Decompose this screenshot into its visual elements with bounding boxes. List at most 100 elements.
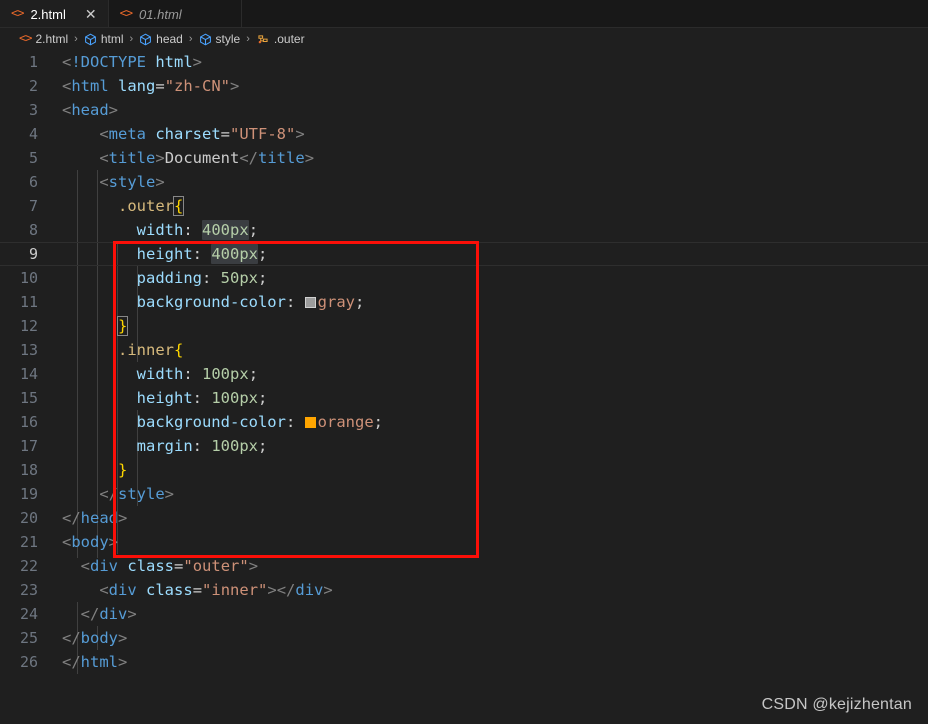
breadcrumb-label: 2.html <box>35 32 69 46</box>
line-number: 17 <box>19 437 38 455</box>
code-line-text: .outer{ <box>118 196 185 216</box>
code-line[interactable]: 20 </head> <box>0 506 928 530</box>
tab-label: 2.html <box>30 6 66 22</box>
line-number: 8 <box>28 221 38 239</box>
line-number: 7 <box>28 197 38 215</box>
line-number: 11 <box>19 293 38 311</box>
breadcrumb-item-style[interactable]: style <box>199 32 240 46</box>
code-line[interactable]: 19 </style> <box>0 482 928 506</box>
line-number: 3 <box>28 101 38 119</box>
code-line-text: height: 100px; <box>136 389 268 407</box>
tab-bar-empty-space <box>241 0 928 28</box>
code-line-text: height: 400px; <box>136 244 268 264</box>
code-line[interactable]: 17 margin: 100px; <box>0 434 928 458</box>
line-number: 19 <box>19 485 38 503</box>
breadcrumb-separator: › <box>246 33 250 45</box>
code-line-active[interactable]: 9 height: 400px; <box>0 242 928 266</box>
breadcrumb-item-file[interactable]: <> 2.html <box>19 32 68 46</box>
line-number: 1 <box>28 53 38 71</box>
close-icon[interactable]: ✕ <box>83 7 99 21</box>
line-number: 25 <box>19 629 38 647</box>
code-line[interactable]: 14 width: 100px; <box>0 362 928 386</box>
line-number: 20 <box>19 509 38 527</box>
line-number: 9 <box>28 245 38 263</box>
code-line-text: padding: 50px; <box>136 269 268 287</box>
code-line-text: <style> <box>99 173 165 191</box>
code-line[interactable]: 21 <body> <box>0 530 928 554</box>
editor-tab-bar: <> 2.html ✕ <> 01.html <box>0 0 928 28</box>
color-value-gray: gray <box>317 293 355 311</box>
code-line-text: width: 100px; <box>136 365 259 383</box>
code-line[interactable]: 22 <div class="outer"> <box>0 554 928 578</box>
code-line[interactable]: 5 <title>Document</title> <box>0 146 928 170</box>
code-line[interactable]: 26 </html> <box>0 650 928 674</box>
line-number: 13 <box>19 341 38 359</box>
breadcrumb-item-outer[interactable]: .outer <box>256 32 305 46</box>
watermark: CSDN @kejizhentan <box>761 696 912 713</box>
code-line-text: background-color: gray; <box>136 293 365 311</box>
line-number: 24 <box>19 605 38 623</box>
code-line-text: <!DOCTYPE html> <box>62 53 203 71</box>
code-line[interactable]: 15 height: 100px; <box>0 386 928 410</box>
line-number: 14 <box>19 365 38 383</box>
code-line[interactable]: 24 </div> <box>0 602 928 626</box>
breadcrumb-separator: › <box>74 33 78 45</box>
breadcrumb-separator: › <box>129 33 134 45</box>
color-value-orange: orange <box>317 413 374 431</box>
code-line-text: </html> <box>62 653 128 671</box>
code-line-text: <title>Document</title> <box>99 149 315 167</box>
line-number: 21 <box>19 533 38 551</box>
breadcrumb-item-head[interactable]: head <box>139 32 183 46</box>
html-code-icon: <> <box>119 6 133 20</box>
color-swatch-orange[interactable] <box>304 417 316 428</box>
breadcrumb-separator: › <box>188 33 193 45</box>
line-number: 2 <box>28 77 38 95</box>
code-line[interactable]: 6 <style> <box>0 170 928 194</box>
code-line-text: } <box>116 316 129 336</box>
code-line[interactable]: 2 <html lang="zh-CN"> <box>0 74 928 98</box>
breadcrumb-label: .outer <box>273 32 305 46</box>
code-line[interactable]: 25 </body> <box>0 626 928 650</box>
code-line[interactable]: 4 <meta charset="UTF-8"> <box>0 122 928 146</box>
code-line[interactable]: 18 } <box>0 458 928 482</box>
code-line[interactable]: 11 background-color: gray; <box>0 290 928 314</box>
code-line[interactable]: 23 <div class="inner"></div> <box>0 578 928 602</box>
symbol-cube-icon <box>139 33 152 46</box>
symbol-ruler-icon <box>256 33 270 46</box>
line-number: 5 <box>28 149 38 167</box>
code-line-text: <div class="outer"> <box>80 557 259 575</box>
code-line[interactable]: 8 width: 400px; <box>0 218 928 242</box>
html-code-icon: <> <box>11 6 24 20</box>
code-editor[interactable]: 1 <!DOCTYPE html> 2 <html lang="zh-CN"> … <box>0 50 928 724</box>
symbol-cube-icon <box>84 33 97 46</box>
html-code-icon: <> <box>19 31 32 45</box>
breadcrumb-label: html <box>100 32 124 46</box>
code-line[interactable]: 13 .inner{ <box>0 338 928 362</box>
tab-01-html[interactable]: <> 01.html <box>108 0 242 28</box>
tab-label: 01.html <box>139 6 182 22</box>
code-line-text: } <box>118 461 128 479</box>
code-line[interactable]: 10 padding: 50px; <box>0 266 928 290</box>
line-number: 22 <box>19 557 38 575</box>
line-number: 26 <box>19 653 38 671</box>
occurrence-highlight: 400px <box>202 220 249 240</box>
tab-2-html[interactable]: <> 2.html ✕ <box>0 0 109 28</box>
color-swatch-gray[interactable] <box>304 297 316 308</box>
code-line-text: </style> <box>99 485 175 503</box>
code-line-text: <body> <box>62 533 119 551</box>
code-line-text: width: 400px; <box>136 220 259 240</box>
code-line[interactable]: 7 .outer{ <box>0 194 928 218</box>
code-line[interactable]: 16 background-color: orange; <box>0 410 928 434</box>
code-line-text: <html lang="zh-CN"> <box>62 77 240 95</box>
breadcrumb-item-html[interactable]: html <box>84 32 124 46</box>
code-line[interactable]: 12 } <box>0 314 928 338</box>
code-line-text: </div> <box>80 605 137 623</box>
line-number: 23 <box>19 581 38 599</box>
occurrence-highlight: 400px <box>211 244 259 264</box>
code-line-text: <head> <box>62 101 119 119</box>
symbol-cube-icon <box>199 33 212 46</box>
code-line-text: margin: 100px; <box>136 437 268 455</box>
code-line[interactable]: 1 <!DOCTYPE html> <box>0 50 928 74</box>
line-number: 18 <box>19 461 38 479</box>
code-line[interactable]: 3 <head> <box>0 98 928 122</box>
